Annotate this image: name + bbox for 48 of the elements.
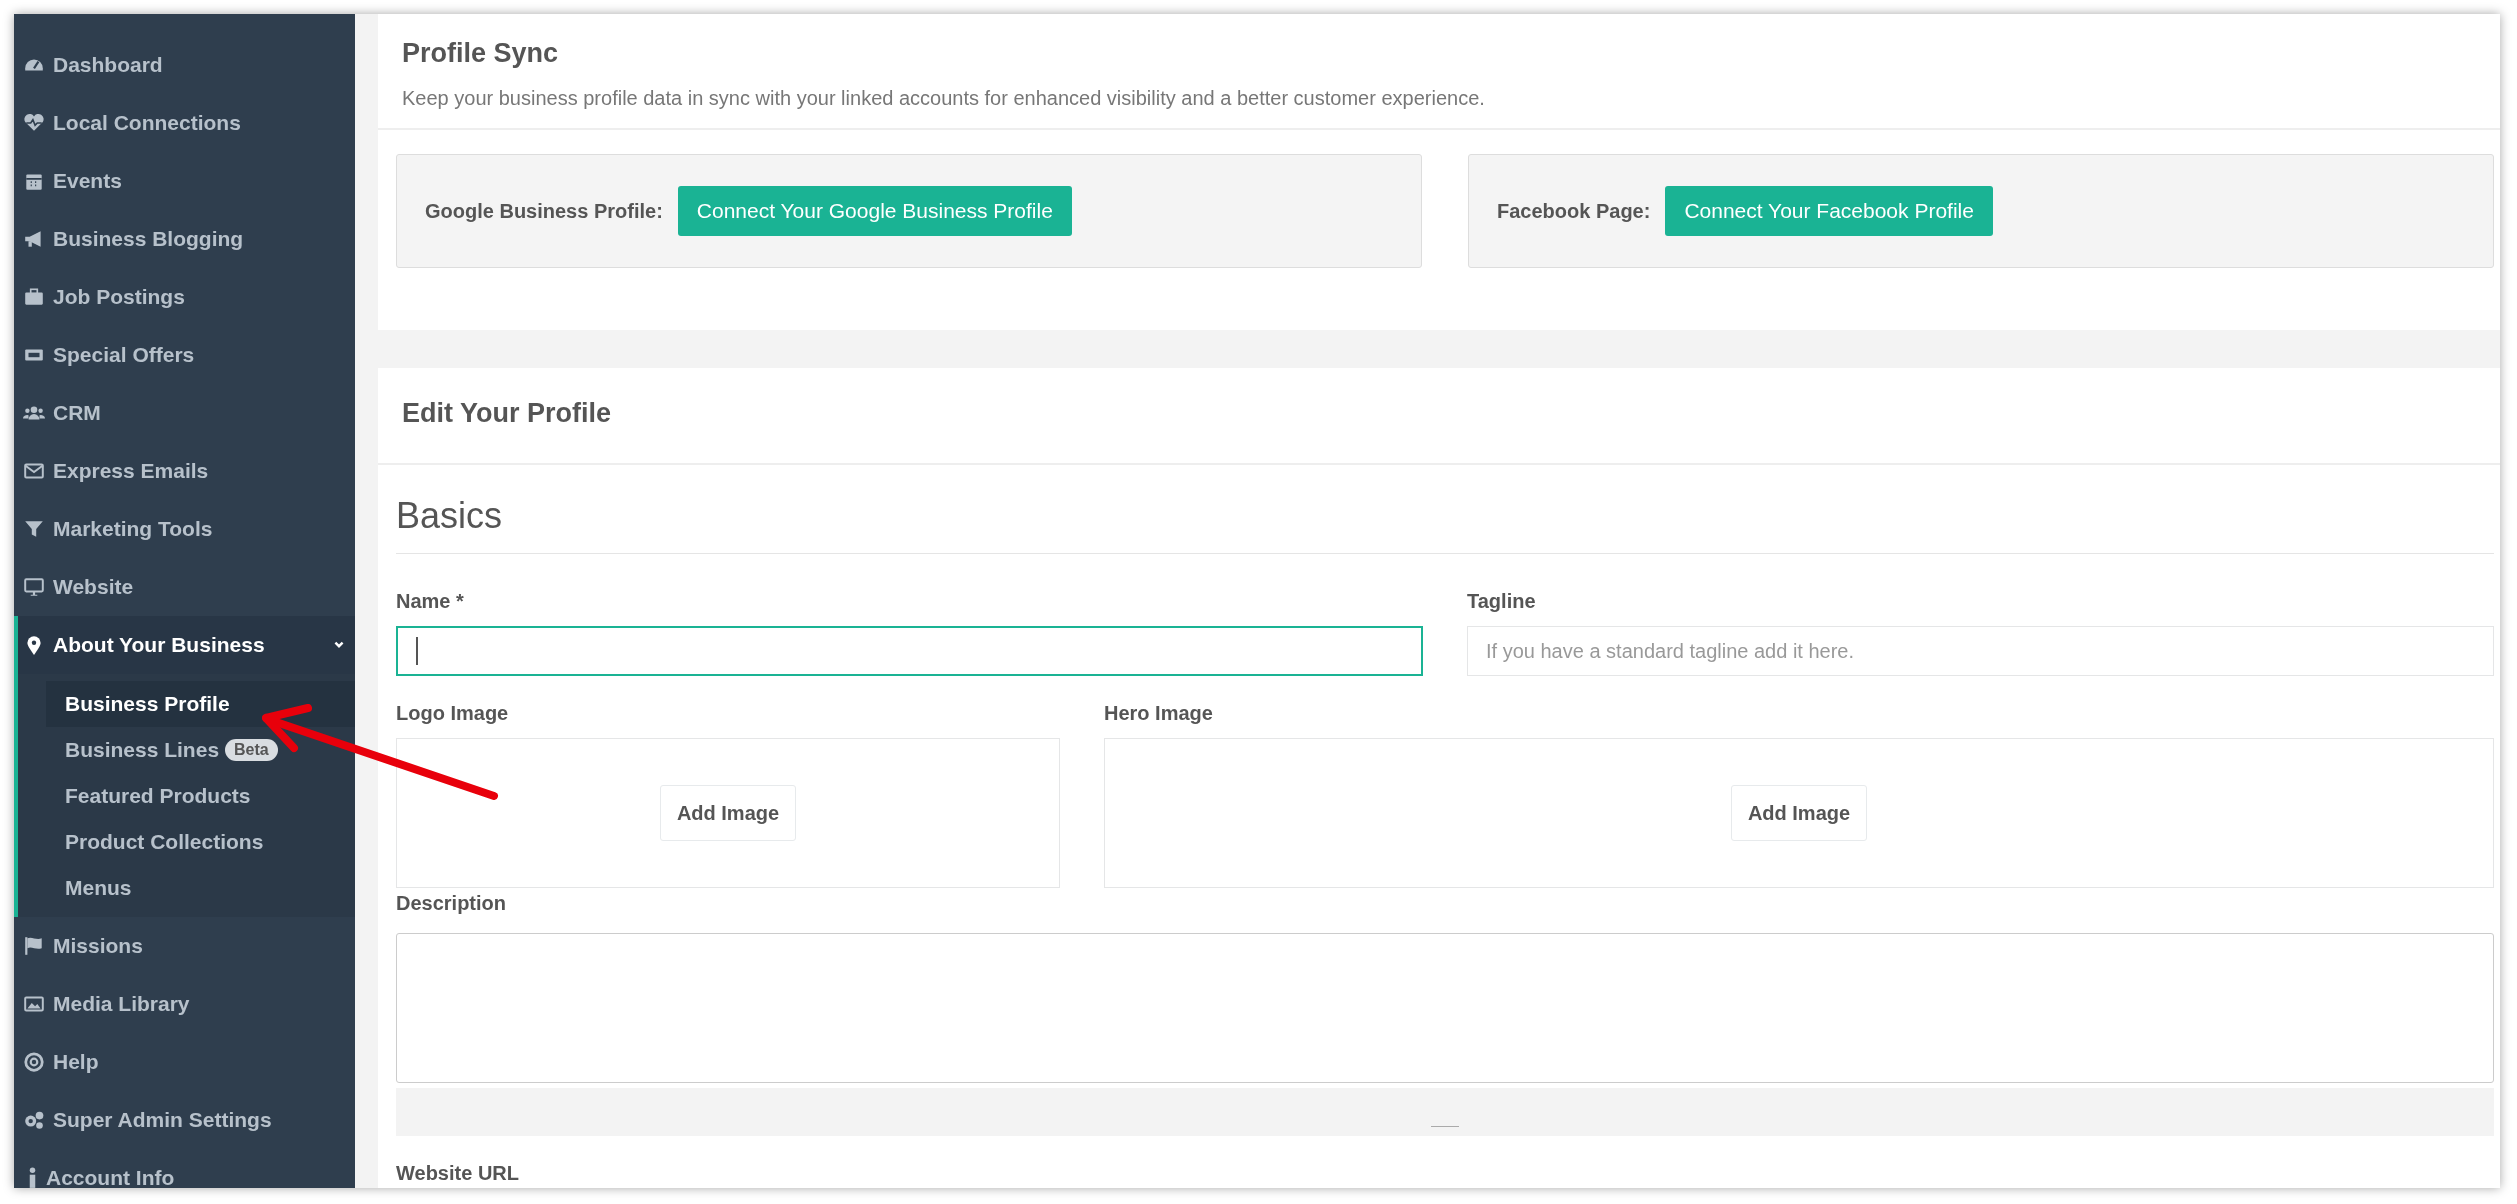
image-icon (23, 993, 45, 1015)
sidebar-subitem[interactable]: Product Collections (46, 819, 355, 865)
sidebar-item[interactable]: Super Admin Settings (14, 1091, 355, 1149)
section-heading: Basics (396, 495, 2494, 554)
field-label: Name * (396, 590, 465, 613)
gears-icon (23, 1109, 45, 1131)
account-label: Google Business Profile: (425, 199, 663, 223)
sidebar-item[interactable]: Help (14, 1033, 355, 1091)
lifebuoy-icon (23, 1051, 45, 1073)
briefcase-icon (23, 286, 45, 308)
sidebar-item[interactable]: Website (14, 558, 355, 616)
sidebar-subitem[interactable]: Menus (46, 865, 355, 911)
sidebar-item[interactable]: Account Info (14, 1149, 355, 1188)
panel-description: Keep your business profile data in sync with your linked accounts for enhanced visibility and a better customer experience. (402, 87, 1486, 110)
sidebar-item[interactable]: Media Library (14, 975, 355, 1033)
sidebar-item[interactable]: Missions (14, 917, 355, 975)
field-label: Tagline (1467, 590, 1537, 613)
sidebar-item[interactable]: CRM (14, 384, 355, 442)
monitor-icon (23, 576, 45, 598)
info-icon (29, 1167, 36, 1188)
field-label: Website URL (396, 1162, 520, 1185)
field-label: Description (396, 892, 508, 915)
panel-title: Profile Sync (402, 38, 560, 69)
add-image-button[interactable]: Add Image (1730, 785, 1868, 841)
envelope-icon (23, 460, 45, 482)
sidebar-item[interactable]: Business Blogging (14, 210, 355, 268)
textarea-field[interactable] (396, 933, 2494, 1083)
sidebar-item[interactable]: Special Offers (14, 326, 355, 384)
field-label: Logo Image (396, 702, 510, 725)
image-dropzone[interactable]: Add Image (396, 738, 1060, 888)
sidebar-item[interactable]: Express Emails (14, 442, 355, 500)
sidebar-item[interactable]: Local Connections (14, 94, 355, 152)
sidebar-item[interactable]: Events (14, 152, 355, 210)
sidebar-subitem[interactable]: Business Lines Beta (46, 727, 355, 773)
image-dropzone[interactable]: Add Image (1104, 738, 2494, 888)
text-field[interactable] (396, 626, 1423, 676)
sidebar-subitem[interactable]: Featured Products (46, 773, 355, 819)
field-label: Hero Image (1104, 702, 1214, 725)
sidebar-subitem[interactable]: Business Profile (46, 681, 355, 727)
beta-badge: Beta (225, 739, 278, 761)
panel-title: Edit Your Profile (402, 398, 613, 429)
add-image-button[interactable]: Add Image (659, 785, 797, 841)
sidebar-item[interactable]: Marketing Tools (14, 500, 355, 558)
account-label: Facebook Page: (1497, 199, 1651, 223)
flag-icon (23, 935, 45, 957)
sidebar-item[interactable]: Job Postings (14, 268, 355, 326)
resize-bar[interactable] (396, 1088, 2494, 1136)
sidebar-item[interactable]: Dashboard (14, 36, 355, 94)
